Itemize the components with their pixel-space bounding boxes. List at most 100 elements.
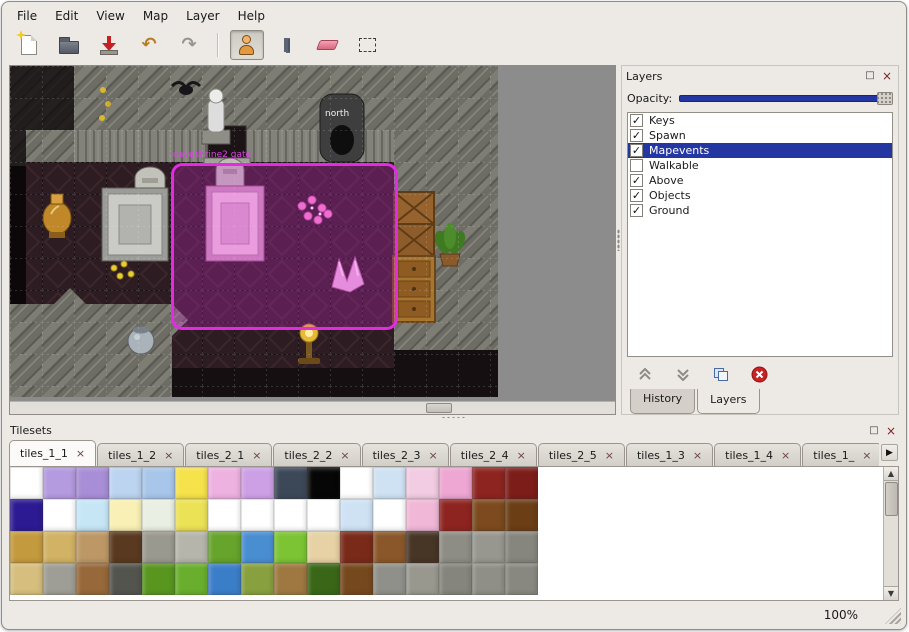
tile[interactable] (43, 499, 76, 531)
opacity-slider-track[interactable] (679, 95, 891, 102)
open-button[interactable] (52, 30, 86, 60)
undo-button[interactable]: ↶ (132, 30, 166, 60)
tile[interactable] (373, 531, 406, 563)
tile[interactable] (142, 467, 175, 499)
tile[interactable] (274, 499, 307, 531)
tile[interactable] (406, 531, 439, 563)
close-tab-icon[interactable]: × (862, 450, 871, 461)
scroll-up-button[interactable]: ▲ (884, 467, 898, 481)
resize-grip[interactable] (885, 608, 901, 624)
tile[interactable] (373, 499, 406, 531)
menu-item[interactable]: Edit (46, 6, 87, 26)
map-viewport[interactable]: north caveshrine2 gate (10, 66, 498, 397)
tile[interactable] (340, 563, 373, 595)
close-tab-icon[interactable]: × (517, 450, 526, 461)
tile[interactable] (175, 499, 208, 531)
menu-item[interactable]: View (87, 6, 133, 26)
layer-visibility-checkbox[interactable]: ✓ (630, 204, 643, 217)
tile[interactable] (307, 467, 340, 499)
tile[interactable] (208, 499, 241, 531)
tile[interactable] (76, 499, 109, 531)
tileset-tab[interactable]: tiles_2_4 × (450, 443, 537, 466)
tile[interactable] (10, 467, 43, 499)
tileset-tab[interactable]: tiles_1_2 × (97, 443, 184, 466)
layer-row[interactable]: ✓ Walkable (628, 158, 892, 173)
layer-row[interactable]: ✓ Objects (628, 188, 892, 203)
tile[interactable] (274, 531, 307, 563)
close-dock-icon[interactable]: × (884, 424, 898, 438)
horizontal-splitter[interactable] (2, 415, 906, 421)
tile[interactable] (505, 499, 538, 531)
tile[interactable] (472, 499, 505, 531)
tile[interactable] (208, 531, 241, 563)
duplicate-layer-button[interactable] (708, 362, 734, 386)
tile[interactable] (109, 499, 142, 531)
tile[interactable] (505, 563, 538, 595)
tile[interactable] (76, 531, 109, 563)
paint-tool-button[interactable] (270, 30, 304, 60)
tileset-tab[interactable]: tiles_2_5 × (538, 443, 625, 466)
menu-item[interactable]: Layer (177, 6, 228, 26)
tileset-tab[interactable]: tiles_2_3 × (362, 443, 449, 466)
tile[interactable] (43, 531, 76, 563)
close-tab-icon[interactable]: × (252, 450, 261, 461)
tile[interactable] (373, 563, 406, 595)
tile[interactable] (340, 531, 373, 563)
select-tool-button[interactable] (350, 30, 384, 60)
layer-visibility-checkbox[interactable]: ✓ (630, 189, 643, 202)
tile[interactable] (472, 531, 505, 563)
close-tab-icon[interactable]: × (693, 450, 702, 461)
tileset-tab[interactable]: tiles_1_ × (802, 443, 879, 466)
tile[interactable] (109, 467, 142, 499)
tile[interactable] (175, 563, 208, 595)
move-layer-down-button[interactable] (670, 362, 696, 386)
tileset-tab[interactable]: tiles_1_3 × (626, 443, 713, 466)
tileset-tab[interactable]: tiles_1_1 × (9, 440, 96, 466)
tile[interactable] (505, 467, 538, 499)
tile[interactable] (208, 467, 241, 499)
layer-visibility-checkbox[interactable]: ✓ (630, 129, 643, 142)
npc-tool-button[interactable] (230, 30, 264, 60)
scroll-down-button[interactable]: ▼ (884, 586, 898, 600)
tile[interactable] (142, 499, 175, 531)
float-dock-icon[interactable]: □ (867, 424, 881, 438)
tile[interactable] (175, 467, 208, 499)
menu-item[interactable]: Help (229, 6, 274, 26)
tile[interactable] (241, 499, 274, 531)
layer-row[interactable]: ✓ Keys (628, 113, 892, 128)
opacity-slider[interactable] (679, 91, 893, 105)
tileset-tab[interactable]: tiles_2_1 × (185, 443, 272, 466)
tile[interactable] (10, 563, 43, 595)
map-canvas-area[interactable]: north caveshrine2 gate (9, 65, 616, 415)
menu-item[interactable]: Map (134, 6, 177, 26)
close-dock-icon[interactable]: × (880, 69, 894, 83)
tile[interactable] (340, 467, 373, 499)
tile[interactable] (406, 499, 439, 531)
tile[interactable] (472, 467, 505, 499)
tile[interactable] (439, 531, 472, 563)
tile[interactable] (10, 531, 43, 563)
close-tab-icon[interactable]: × (428, 450, 437, 461)
layer-visibility-checkbox[interactable]: ✓ (630, 144, 643, 157)
layer-visibility-checkbox[interactable]: ✓ (630, 159, 643, 172)
tile[interactable] (274, 563, 307, 595)
vertical-splitter[interactable] (616, 65, 621, 415)
tile[interactable] (307, 499, 340, 531)
tile[interactable] (10, 499, 43, 531)
horizontal-scrollbar[interactable] (10, 401, 615, 414)
tile[interactable] (241, 563, 274, 595)
tile[interactable] (307, 531, 340, 563)
tile[interactable] (241, 467, 274, 499)
eraser-tool-button[interactable] (310, 30, 344, 60)
save-button[interactable] (92, 30, 126, 60)
layer-row[interactable]: ✓ Above (628, 173, 892, 188)
float-dock-icon[interactable]: □ (863, 69, 877, 83)
dock-tab[interactable]: Layers (697, 389, 759, 414)
tile[interactable] (406, 563, 439, 595)
close-tab-icon[interactable]: × (76, 448, 85, 459)
vertical-scrollbar-thumb[interactable] (885, 482, 898, 516)
delete-layer-button[interactable] (746, 362, 772, 386)
tile[interactable] (109, 563, 142, 595)
move-layer-up-button[interactable] (632, 362, 658, 386)
menu-item[interactable]: File (8, 6, 46, 26)
